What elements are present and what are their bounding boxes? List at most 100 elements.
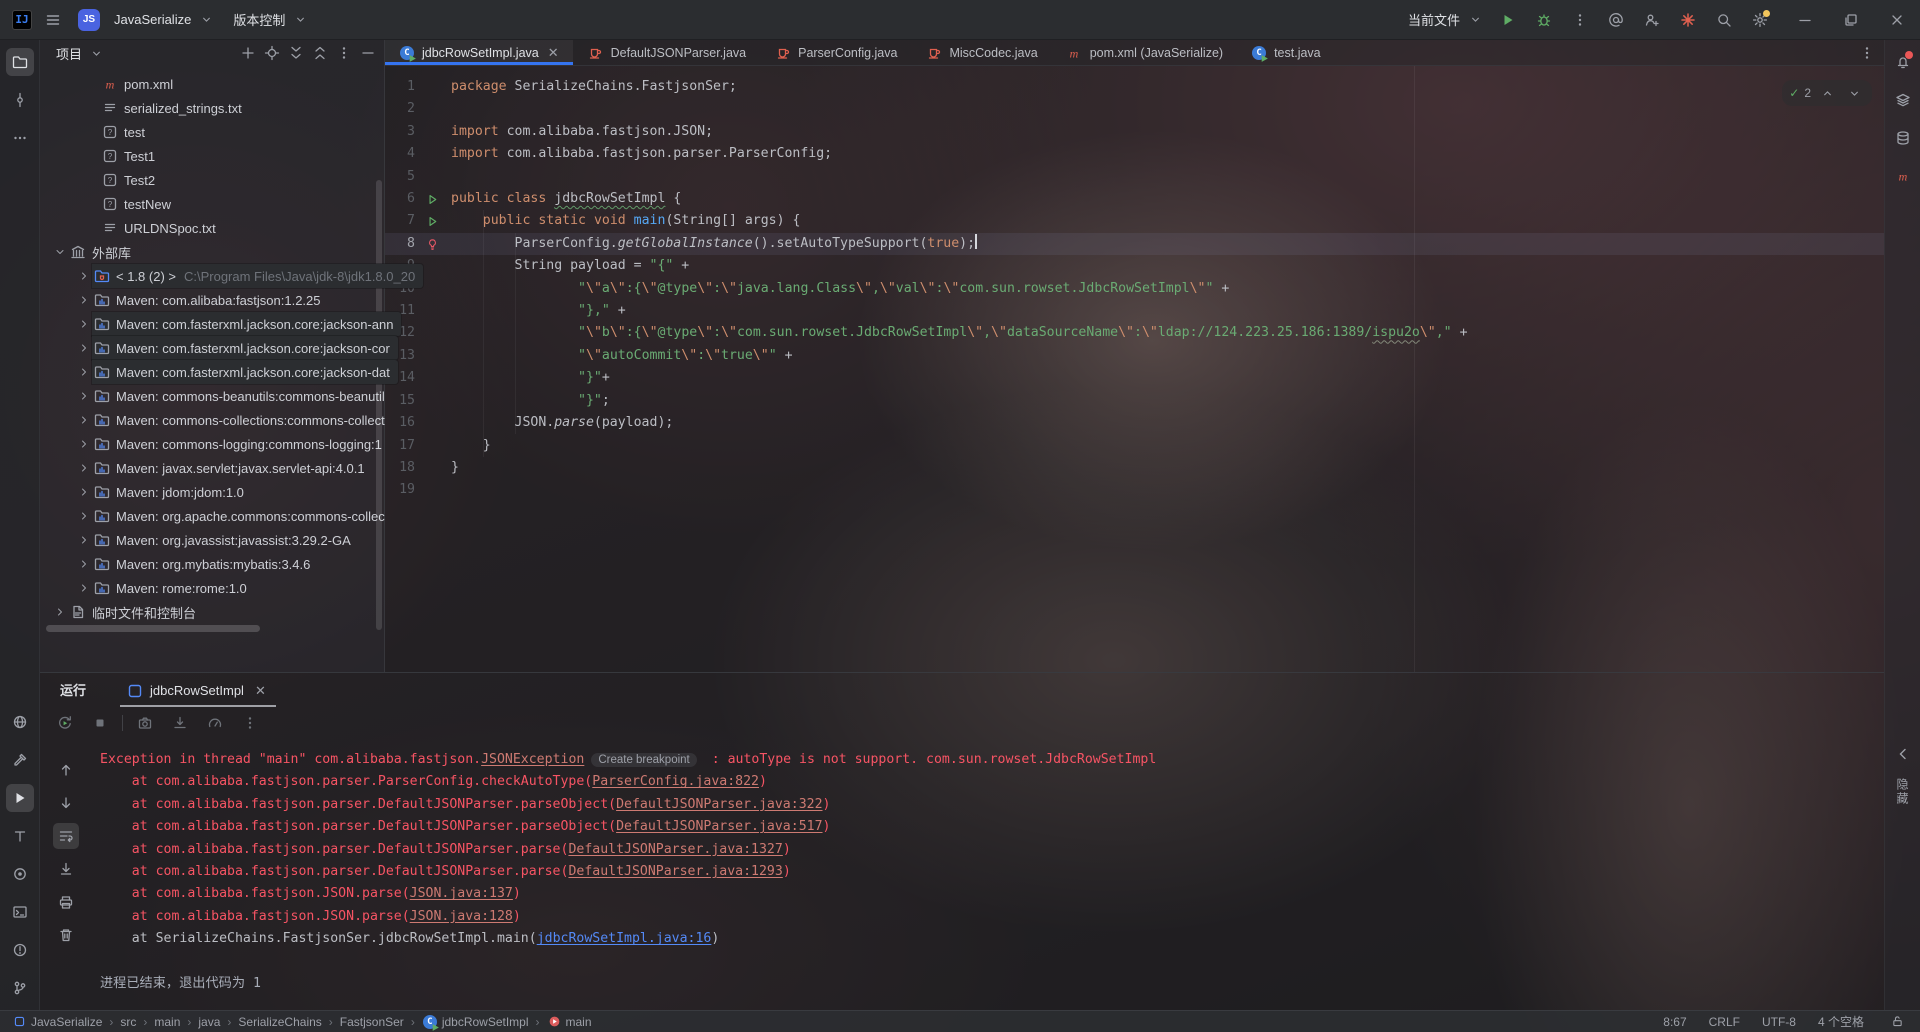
maven-icon[interactable]: m — [1889, 162, 1917, 190]
create-breakpoint-hint[interactable]: Create breakpoint — [591, 753, 696, 767]
settings-icon[interactable] — [1746, 6, 1774, 34]
chevron-right-icon[interactable] — [52, 606, 68, 618]
tree-item[interactable]: Maven: org.mybatis:mybatis:3.4.6 — [40, 552, 385, 576]
run-configuration-selector[interactable]: 当前文件 — [1400, 5, 1494, 35]
expand-all-icon[interactable] — [284, 42, 308, 64]
chevron-right-icon[interactable] — [76, 534, 92, 546]
stack-trace-link[interactable]: JSON.java:128 — [410, 909, 513, 924]
tree-item[interactable]: Maven: com.fasterxml.jackson.core:jackso… — [40, 336, 384, 360]
stack-trace-link[interactable]: jdbcRowSetImpl.java:16 — [537, 931, 712, 946]
build-icon[interactable] — [6, 746, 34, 774]
ai-assistant-icon[interactable] — [1602, 6, 1630, 34]
lock-icon[interactable] — [1886, 1011, 1908, 1032]
layers-icon[interactable] — [1889, 86, 1917, 114]
more-horiz-icon[interactable] — [6, 124, 34, 152]
snapshot-icon[interactable] — [132, 710, 158, 736]
tree-item[interactable]: < 1.8 (2) >C:\Program Files\Java\jdk-8\j… — [40, 264, 384, 288]
run-tab[interactable]: jdbcRowSetImpl ✕ — [120, 682, 276, 707]
commit-icon[interactable] — [6, 86, 34, 114]
tree-item[interactable]: Maven: javax.servlet:javax.servlet-api:4… — [40, 456, 385, 480]
breadcrumb-item[interactable]: src — [120, 1015, 136, 1029]
breadcrumb-item[interactable]: SerializeChains — [238, 1015, 321, 1029]
stack-trace-link[interactable]: DefaultJSONParser.java:1293 — [568, 864, 782, 879]
chevron-right-icon[interactable] — [76, 558, 92, 570]
tree-item[interactable]: 临时文件和控制台 — [40, 600, 385, 624]
tree-item[interactable]: Maven: jdom:jdom:1.0 — [40, 480, 385, 504]
locate-icon[interactable] — [260, 42, 284, 64]
collapse-all-icon[interactable] — [308, 42, 332, 64]
problems-icon[interactable] — [6, 936, 34, 964]
line-separator[interactable]: CRLF — [1709, 1015, 1740, 1029]
tree-item[interactable]: Maven: org.apache.commons:commons-collec — [40, 504, 385, 528]
database-icon[interactable] — [1889, 124, 1917, 152]
coverage-icon[interactable] — [6, 860, 34, 888]
tree-item[interactable]: ?Test2 — [40, 168, 385, 192]
breadcrumb-item[interactable]: main — [154, 1015, 180, 1029]
breadcrumb-item[interactable]: JavaSerialize — [12, 1014, 102, 1029]
more-vert-icon[interactable] — [237, 710, 263, 736]
breadcrumb-item[interactable]: main — [547, 1014, 592, 1029]
play-icon[interactable] — [1494, 6, 1522, 34]
project-view-selector[interactable]: 项目 — [50, 41, 113, 65]
tree-item[interactable]: Maven: org.javassist:javassist:3.29.2-GA — [40, 528, 385, 552]
project-switcher[interactable]: JavaSerialize — [106, 5, 225, 35]
run-icon[interactable] — [6, 784, 34, 812]
maximize-icon[interactable] — [1828, 0, 1874, 40]
editor-tab[interactable]: Ctest.java — [1237, 40, 1335, 65]
add-icon[interactable] — [236, 42, 260, 64]
run-gutter-icon[interactable] — [415, 210, 449, 232]
rerun-icon[interactable] — [52, 710, 78, 736]
code-editor[interactable]: 1package SerializeChains.FastjsonSer;23i… — [385, 66, 1884, 672]
chevron-right-icon[interactable] — [76, 510, 92, 522]
version-control-icon[interactable] — [6, 974, 34, 1002]
tree-item[interactable]: URLDNSpoc.txt — [40, 216, 385, 240]
scroll-end-icon[interactable] — [53, 856, 79, 882]
editor-tab[interactable]: MiscCodec.java — [911, 40, 1051, 65]
editor-tab[interactable]: mpom.xml (JavaSerialize) — [1052, 40, 1237, 65]
chevron-right-icon[interactable] — [76, 294, 92, 306]
chevron-right-icon[interactable] — [76, 270, 92, 282]
stack-trace-link[interactable]: DefaultJSONParser.java:517 — [616, 819, 822, 834]
tree-item[interactable]: serialized_strings.txt — [40, 96, 385, 120]
inspection-widget[interactable]: ✓ 2 — [1782, 80, 1872, 106]
stack-trace-link[interactable]: DefaultJSONParser.java:1327 — [568, 842, 782, 857]
chevron-right-icon[interactable] — [76, 462, 92, 474]
soft-wrap-icon[interactable] — [53, 823, 79, 849]
breadcrumb-item[interactable]: java — [198, 1015, 220, 1029]
hide-icon[interactable] — [356, 42, 380, 64]
code-with-me-icon[interactable] — [1674, 6, 1702, 34]
tree-item[interactable]: 外部库 — [40, 240, 385, 264]
search-icon[interactable] — [1710, 6, 1738, 34]
up-icon[interactable] — [53, 757, 79, 783]
tree-item[interactable]: Maven: rome:rome:1.0 — [40, 576, 385, 600]
tree-vertical-scrollbar[interactable] — [376, 180, 382, 630]
more-vert-icon[interactable] — [332, 42, 356, 64]
file-encoding[interactable]: UTF-8 — [1762, 1015, 1796, 1029]
next-problem-icon[interactable] — [1843, 82, 1865, 104]
tree-item[interactable]: Maven: commons-logging:commons-logging:1 — [40, 432, 385, 456]
close-icon[interactable]: ✕ — [548, 45, 559, 61]
chevron-right-icon[interactable] — [76, 438, 92, 450]
down-icon[interactable] — [53, 790, 79, 816]
chevron-right-icon[interactable] — [76, 342, 92, 354]
editor-tab[interactable]: ParserConfig.java — [760, 40, 911, 65]
stack-trace-link[interactable]: JSON.java:137 — [410, 886, 513, 901]
tree-item[interactable]: mpom.xml — [40, 72, 385, 96]
close-icon[interactable] — [1874, 0, 1920, 40]
indent-setting[interactable]: 4 个空格 — [1818, 1013, 1864, 1030]
add-user-icon[interactable] — [1638, 6, 1666, 34]
tree-item[interactable]: Maven: commons-collections:commons-colle… — [40, 408, 385, 432]
close-icon[interactable]: ✕ — [255, 683, 266, 699]
tree-item[interactable]: ?test — [40, 120, 385, 144]
editor-tab[interactable]: CjdbcRowSetImpl.java✕ — [385, 40, 573, 65]
stack-trace-link[interactable]: JSONException — [481, 752, 584, 767]
tab-options-icon[interactable] — [1856, 42, 1878, 64]
breadcrumb-item[interactable]: FastjsonSer — [340, 1015, 404, 1029]
editor-tab[interactable]: DefaultJSONParser.java — [573, 40, 760, 65]
caret-position[interactable]: 8:67 — [1663, 1015, 1686, 1029]
intention-bulb-icon[interactable] — [415, 233, 449, 255]
minimize-icon[interactable] — [1782, 0, 1828, 40]
tree-item[interactable]: Maven: com.alibaba:fastjson:1.2.25 — [40, 288, 385, 312]
print-icon[interactable] — [53, 889, 79, 915]
vcs-menu[interactable]: 版本控制 — [225, 5, 319, 35]
